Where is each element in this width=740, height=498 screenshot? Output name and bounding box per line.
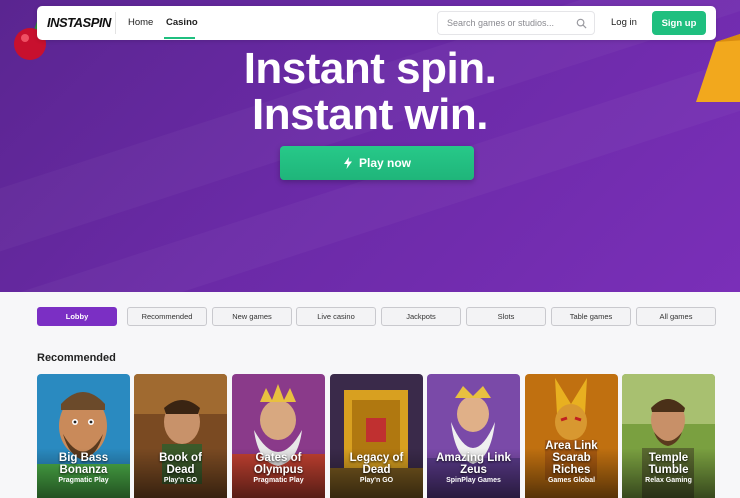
game-title-line: Tumble xyxy=(648,464,689,476)
nav-link-home[interactable]: Home xyxy=(128,17,153,28)
game-title-line: Dead xyxy=(166,464,195,476)
hero-banner: Instant spin. Instant win. Play now xyxy=(0,0,740,292)
game-card-gates-of-olympus[interactable]: Gates of Olympus Pragmatic Play xyxy=(232,374,325,498)
game-title-line: Area Link xyxy=(545,440,598,452)
game-title-line: Olympus xyxy=(253,464,304,476)
game-provider: Play'n GO xyxy=(359,477,394,484)
category-tabs: Lobby Recommended New games Live casino … xyxy=(37,307,717,326)
tab-lobby[interactable]: Lobby xyxy=(37,307,117,326)
game-title-line: Temple xyxy=(648,452,689,464)
game-title: Amazing Link Zeus xyxy=(427,452,520,476)
game-title: Temple Tumble xyxy=(622,452,715,476)
game-title-line: Amazing Link xyxy=(436,452,511,464)
game-card-amazing-link-zeus[interactable]: Amazing Link Zeus SpinPlay Games xyxy=(427,374,520,498)
game-title-line: Bonanza xyxy=(59,464,108,476)
game-card-book-of-dead[interactable]: Book of Dead Play'n GO xyxy=(134,374,227,498)
game-card-area-link-scarab-riches[interactable]: Area Link Scarab Riches Games Global xyxy=(525,374,618,498)
nav-divider xyxy=(115,12,116,34)
search-placeholder: Search games or studios... xyxy=(447,18,555,28)
game-provider: Play'n GO xyxy=(163,477,198,484)
play-now-button[interactable]: Play now xyxy=(280,146,474,180)
game-title-line: Gates of xyxy=(255,452,302,464)
search-icon[interactable] xyxy=(576,18,587,29)
tab-all-games[interactable]: All games xyxy=(636,307,716,326)
headline-line-2: Instant win. xyxy=(252,90,489,139)
game-title-line: Scarab xyxy=(552,452,591,464)
top-navbar: INSTASPIN Home Casino Search games or st… xyxy=(37,6,716,40)
game-title-line: Dead xyxy=(362,464,391,476)
instaspin-logo[interactable]: INSTASPIN xyxy=(47,15,111,30)
search-input[interactable]: Search games or studios... xyxy=(437,11,595,35)
tab-slots[interactable]: Slots xyxy=(466,307,546,326)
login-link[interactable]: Log in xyxy=(611,17,637,28)
game-title-line: Riches xyxy=(552,464,591,476)
game-title: Legacy of Dead xyxy=(330,452,423,476)
tab-recommended[interactable]: Recommended xyxy=(127,307,207,326)
hero-headline: Instant spin. Instant win. xyxy=(0,46,740,138)
game-title: Area Link Scarab Riches xyxy=(525,440,618,476)
section-title-recommended: Recommended xyxy=(37,352,116,364)
game-title: Gates of Olympus xyxy=(232,452,325,476)
tab-jackpots[interactable]: Jackpots xyxy=(381,307,461,326)
game-title-line: Book of xyxy=(159,452,202,464)
game-provider: Relax Gaming xyxy=(645,477,692,484)
tab-live-casino[interactable]: Live casino xyxy=(296,307,376,326)
game-provider: Pragmatic Play xyxy=(58,477,109,484)
game-title-line: Big Bass xyxy=(58,452,109,464)
game-title-line: Legacy of xyxy=(349,452,404,464)
game-card-big-bass-bonanza[interactable]: Big Bass Bonanza Pragmatic Play xyxy=(37,374,130,498)
active-nav-indicator xyxy=(164,37,195,39)
tab-table-games[interactable]: Table games xyxy=(551,307,631,326)
game-title: Big Bass Bonanza xyxy=(37,452,130,476)
game-title: Book of Dead xyxy=(134,452,227,476)
game-card-legacy-of-dead[interactable]: Legacy of Dead Play'n GO xyxy=(330,374,423,498)
game-provider: Games Global xyxy=(547,477,596,484)
game-provider: Pragmatic Play xyxy=(253,477,304,484)
headline-line-1: Instant spin. xyxy=(243,44,497,93)
nav-link-casino[interactable]: Casino xyxy=(166,17,198,28)
tab-new-games[interactable]: New games xyxy=(212,307,292,326)
lightning-icon xyxy=(343,157,352,169)
signup-button[interactable]: Sign up xyxy=(652,11,706,35)
game-provider: SpinPlay Games xyxy=(446,477,501,484)
game-title-line: Zeus xyxy=(460,464,487,476)
game-card-temple-tumble[interactable]: Temple Tumble Relax Gaming xyxy=(622,374,715,498)
play-now-label: Play now xyxy=(358,156,411,170)
